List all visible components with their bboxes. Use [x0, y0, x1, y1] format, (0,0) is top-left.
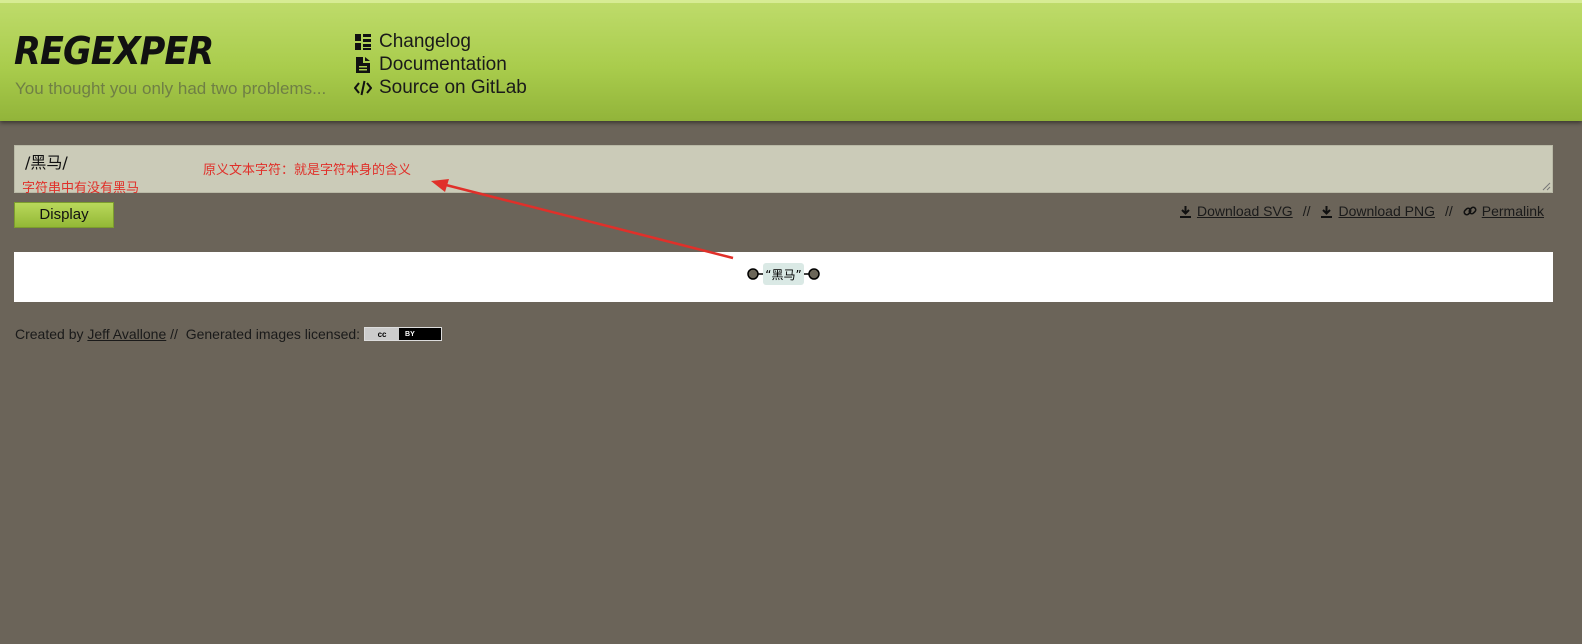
start-node [747, 268, 759, 280]
download-svg-label: Download SVG [1196, 203, 1293, 219]
end-node [808, 268, 820, 280]
document-icon [354, 56, 372, 74]
footer: Created by Jeff Avallone // Generated im… [15, 326, 443, 342]
download-png-link[interactable]: Download PNG [1320, 203, 1435, 219]
cc-badge-right: BY [405, 330, 415, 338]
literal-text: “黑马” [765, 268, 801, 282]
nav-documentation[interactable]: Documentation [354, 53, 527, 76]
link-icon [1463, 206, 1477, 216]
download-svg-link[interactable]: Download SVG [1179, 203, 1293, 219]
annotation-right: 原义文本字符：就是字符本身的含义 [203, 163, 412, 178]
permalink-link[interactable]: Permalink [1463, 203, 1544, 219]
logo[interactable]: REGEXPER [14, 29, 214, 73]
separator: // [1302, 203, 1311, 219]
author-link[interactable]: Jeff Avallone [87, 326, 166, 342]
download-links: Download SVG // Download PNG // Permalin… [1179, 203, 1544, 219]
cc-badge-left: cc [365, 328, 400, 340]
railroad-diagram: “黑马” [747, 263, 820, 285]
nav-source[interactable]: Source on GitLab [354, 76, 527, 99]
separator: // [1444, 203, 1453, 219]
regex-input[interactable]: /黑马/ 字符串中有没有黑马 原义文本字符：就是字符本身的含义 [14, 145, 1553, 196]
nav-label: Source on GitLab [379, 76, 527, 98]
code-icon [354, 79, 372, 97]
permalink-label: Permalink [1481, 203, 1544, 219]
nav-label: Changelog [379, 30, 471, 52]
resize-handle-icon[interactable] [1541, 181, 1551, 191]
nav-label: Documentation [379, 53, 507, 75]
download-icon [1179, 205, 1191, 218]
display-button[interactable]: Display [14, 202, 114, 228]
nav-changelog[interactable]: Changelog [354, 30, 527, 53]
header-nav: Changelog Documentation Source on GitLab [354, 30, 527, 99]
annotation-left: 字符串中有没有黑马 [22, 181, 140, 196]
list-icon [354, 33, 372, 51]
created-by-text: Created by [15, 326, 84, 342]
regex-value: /黑马/ [25, 153, 68, 172]
footer-separator: // [170, 326, 178, 342]
download-png-label: Download PNG [1338, 203, 1435, 219]
cc-by-badge[interactable]: cc BY [364, 327, 443, 341]
download-icon [1321, 205, 1333, 218]
regex-diagram: “黑马” [14, 252, 1553, 302]
tagline: You thought you only had two problems... [15, 79, 327, 98]
license-text: Generated images licensed: [185, 326, 361, 342]
site-header: REGEXPER You thought you only had two pr… [0, 0, 1582, 121]
